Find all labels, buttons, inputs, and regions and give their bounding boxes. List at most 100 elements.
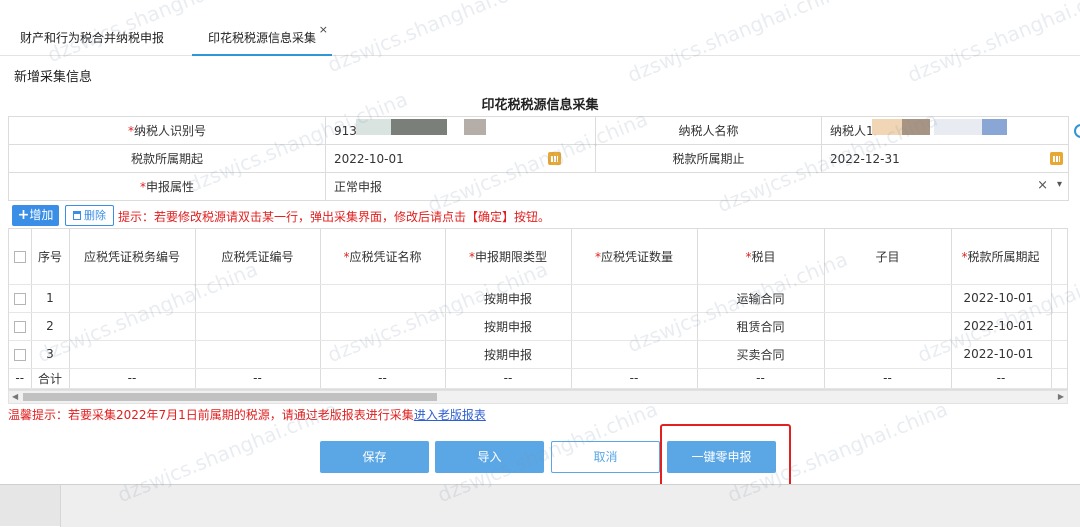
col-header: *税目 (697, 229, 825, 285)
cell: -- (951, 368, 1052, 389)
period-start-label: 税款所属期起 (8, 144, 326, 173)
old-version-warning: 温馨提示：若要采集2022年7月1日前属期的税源，请通过老版报表进行采集进入老版… (8, 408, 486, 422)
calendar-icon[interactable] (1050, 152, 1063, 165)
help-icon[interactable] (1074, 124, 1080, 138)
cell: -- (195, 368, 321, 389)
col-header (1051, 229, 1067, 285)
col-header: 应税凭证税务编号 (69, 229, 196, 285)
redaction-mask (982, 119, 1007, 135)
cell (571, 340, 698, 369)
declare-attr-select[interactable]: 正常申报 × ▾ (325, 172, 1069, 201)
redaction-mask (356, 119, 391, 135)
cell: 2022-10-01 (951, 312, 1052, 341)
col-header: *税款所属期起 (951, 229, 1052, 285)
cell (824, 312, 952, 341)
trash-icon (73, 211, 81, 220)
cell (1051, 340, 1067, 369)
cell (195, 340, 321, 369)
cell (824, 340, 952, 369)
scroll-left-icon[interactable]: ◀ (12, 391, 18, 403)
table-row[interactable]: 1 按期申报 运输合同 2022-10-01 (9, 284, 1067, 313)
close-icon[interactable]: × (319, 10, 328, 50)
taxpayer-id-label: *纳税人识别号 (8, 116, 326, 145)
taxpayer-id-field[interactable]: 913 (325, 116, 596, 145)
redaction-mask (464, 119, 486, 135)
sum-row: -- 合计 -- -- -- -- -- -- -- -- (9, 368, 1067, 389)
horizontal-scrollbar[interactable]: ◀ ▶ (8, 390, 1068, 404)
row-no: 3 (31, 340, 70, 369)
row-no: 2 (31, 312, 70, 341)
tab-stamp-tax-collect[interactable]: 印花税税源信息采集 × (192, 16, 332, 56)
cell (69, 340, 196, 369)
period-end-label: 税款所属期止 (595, 144, 822, 173)
save-button[interactable]: 保存 (320, 441, 429, 473)
delete-button[interactable]: 删除 (65, 205, 114, 226)
cell (195, 312, 321, 341)
cell: -- (69, 368, 196, 389)
cell: 2022-10-01 (951, 340, 1052, 369)
col-header: *应税凭证名称 (320, 229, 446, 285)
select-all-checkbox[interactable] (9, 229, 32, 285)
scroll-right-icon[interactable]: ▶ (1058, 391, 1064, 403)
calendar-icon[interactable] (548, 152, 561, 165)
cell: 按期申报 (445, 340, 572, 369)
cell: 2022-10-01 (951, 284, 1052, 313)
cell (1051, 368, 1067, 389)
bottom-bar (0, 484, 1080, 527)
cell: -- (571, 368, 698, 389)
sum-label: 合计 (31, 368, 70, 389)
chevron-down-icon[interactable]: ▾ (1057, 179, 1062, 190)
table-row[interactable]: 3 按期申报 买卖合同 2022-10-01 (9, 340, 1067, 369)
cancel-button[interactable]: 取消 (551, 441, 660, 473)
highlight-box (660, 424, 791, 489)
scrollbar-thumb[interactable] (23, 393, 437, 401)
table-header-row: 序号 应税凭证税务编号 应税凭证编号 *应税凭证名称 *申报期限类型 *应税凭证… (9, 229, 1067, 285)
declare-attr-label: *申报属性 (8, 172, 326, 201)
cell (1051, 284, 1067, 313)
col-header: *申报期限类型 (445, 229, 572, 285)
row-checkbox[interactable] (9, 284, 32, 313)
tax-source-table: 序号 应税凭证税务编号 应税凭证编号 *应税凭证名称 *申报期限类型 *应税凭证… (8, 228, 1068, 390)
form-title: 印花税税源信息采集 (481, 98, 599, 113)
redaction-mask (902, 119, 930, 135)
period-start-value: 2022-10-01 (334, 151, 404, 166)
add-button[interactable]: +增加 (12, 205, 59, 226)
period-end-field[interactable]: 2022-12-31 (821, 144, 1069, 173)
cell (69, 312, 196, 341)
taxpayer-name-field[interactable]: 纳税人1 (821, 116, 1069, 145)
col-header: 应税凭证编号 (195, 229, 321, 285)
period-start-field[interactable]: 2022-10-01 (325, 144, 596, 173)
tab-property-tax-declare[interactable]: 财产和行为税合并纳税申报 (20, 16, 164, 56)
col-header: 序号 (31, 229, 70, 285)
table-row[interactable]: 2 按期申报 租赁合同 2022-10-01 (9, 312, 1067, 341)
row-checkbox[interactable] (9, 340, 32, 369)
cell: 买卖合同 (697, 340, 825, 369)
cell: -- (697, 368, 825, 389)
cell (571, 312, 698, 341)
cell (571, 284, 698, 313)
tab-label: 印花税税源信息采集 (208, 31, 317, 45)
cell: -- (9, 368, 32, 389)
cell: 租赁合同 (697, 312, 825, 341)
col-header: 子目 (824, 229, 952, 285)
row-checkbox[interactable] (9, 312, 32, 341)
info-form: *纳税人识别号 913 纳税人名称 纳税人1 税款所属期起 2022-10-01… (8, 116, 1069, 201)
cell (1051, 312, 1067, 341)
declare-attr-value: 正常申报 (334, 180, 383, 194)
import-button[interactable]: 导入 (435, 441, 544, 473)
col-header: *应税凭证数量 (571, 229, 698, 285)
period-end-value: 2022-12-31 (830, 151, 900, 166)
row-no: 1 (31, 284, 70, 313)
redaction-mask (872, 119, 902, 135)
section-title: 新增采集信息 (14, 70, 93, 85)
cell: 运输合同 (697, 284, 825, 313)
cell (69, 284, 196, 313)
taxpayer-id-value: 913 (334, 123, 357, 138)
cell (824, 284, 952, 313)
cell: 按期申报 (445, 284, 572, 313)
cell: -- (320, 368, 446, 389)
clear-icon[interactable]: × (1037, 178, 1048, 193)
cell (320, 284, 446, 313)
old-report-link[interactable]: 进入老版报表 (414, 408, 486, 422)
cell (320, 312, 446, 341)
